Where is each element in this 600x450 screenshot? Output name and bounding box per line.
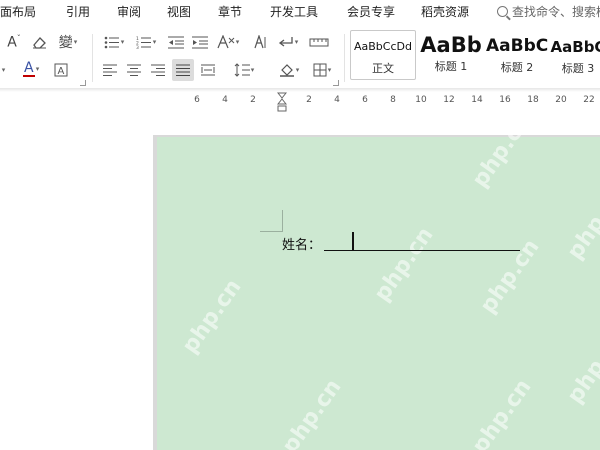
menu-developer-tools[interactable]: 开发工具 [270,3,318,20]
text-cursor [352,232,354,251]
chinese-layout-icon [217,35,235,49]
search-icon [497,6,508,17]
align-left-icon [103,64,117,76]
font-color-icon: A [22,59,35,77]
align-left-button[interactable] [100,60,120,80]
ruler-tick: 2 [306,95,312,105]
increase-indent-icon [192,36,208,48]
borders-button[interactable]: ▾ [308,60,336,80]
style-heading-3-sample: AaBbC [550,38,600,56]
character-border-button[interactable]: A [52,60,70,80]
svg-text:A: A [58,66,65,77]
menu-review[interactable]: 审阅 [117,3,141,20]
return-arrow-icon [278,36,293,47]
ruler-tick: 18 [527,95,539,105]
margin-corner-mark [282,210,283,232]
ruler-tick: 4 [222,95,228,105]
font-dialog-launcher[interactable] [80,80,86,86]
character-border-icon: A [54,63,68,77]
ruler-tick: 8 [390,95,396,105]
style-normal-name: 正文 [372,62,394,75]
shading-button[interactable]: ▾ [274,60,304,80]
ribbon-separator [344,34,345,82]
ruler-tick: 16 [499,95,511,105]
decrease-indent-icon [168,36,184,48]
bullet-list-icon [104,36,119,48]
chinese-layout-button[interactable]: ▾ [214,32,242,52]
style-heading-3-name: 标题 3 [561,62,595,75]
distributed-align-icon [201,64,215,76]
line-spacing-icon [234,63,250,77]
style-heading-2-name: 标题 2 [500,61,534,74]
align-right-button[interactable] [148,60,168,80]
margin-corner-mark [260,231,282,232]
menu-member-exclusive[interactable]: 会员专享 [347,3,395,20]
phonetic-guide-button[interactable]: 變 ▾ [54,32,82,52]
ruler-tick: 20 [555,95,567,105]
indent-marker-icon[interactable] [277,92,287,114]
eraser-icon [33,37,46,49]
numbered-list-button[interactable]: 1 2 3 ▾ [132,32,160,52]
name-field-label: 姓名： [282,238,322,253]
text-direction-button[interactable] [250,32,270,52]
style-heading-1[interactable]: AaBb 标题 1 [418,30,484,80]
clear-format-button[interactable] [28,32,50,52]
style-heading-2-sample: AaBbC [486,36,548,56]
font-color-button[interactable]: A ▾ [14,59,48,79]
menu-docer-resources[interactable]: 稻壳资源 [421,3,469,20]
text-effects-dropdown[interactable]: ▾ [0,60,10,80]
align-center-button[interactable] [124,60,144,80]
menu-view[interactable]: 视图 [167,3,191,20]
style-heading-3[interactable]: AaBbC 标题 3 [550,30,600,80]
style-normal[interactable]: AaBbCcDd 正文 [350,30,416,80]
menu-references[interactable]: 引用 [66,3,90,20]
line-break-button[interactable]: ▾ [274,32,302,52]
menu-page-layout[interactable]: 页面布局 [0,3,36,20]
ruler-tick: 6 [194,95,200,105]
ribbon-separator [92,34,93,82]
horizontal-ruler[interactable]: 6 4 2 2 4 6 8 10 12 14 16 18 20 22 [0,92,600,114]
svg-text:3: 3 [136,45,139,49]
shrink-font-button[interactable]: Aˇ [4,32,24,52]
ruler-tick: 2 [250,95,256,105]
shrink-font-icon: Aˇ [7,33,21,51]
tab-stops-button[interactable] [308,32,330,52]
ruler-tick: 6 [362,95,368,105]
ruler-tick: 12 [443,95,455,105]
ruler-tick: 22 [583,95,595,105]
wps-writer-window: 页面布局 引用 审阅 视图 章节 开发工具 会员专享 稻壳资源 查找命令、搜索模… [0,0,600,450]
command-search-placeholder: 查找命令、搜索模板 [512,5,600,19]
borders-icon [313,63,327,77]
style-heading-1-name: 标题 1 [434,60,468,73]
increase-indent-button[interactable] [190,32,210,52]
command-search[interactable]: 查找命令、搜索模板 [497,3,600,20]
ruler-tick: 4 [334,95,340,105]
text-direction-icon [254,35,266,49]
align-right-icon [151,64,165,76]
style-normal-sample: AaBbCcDd [354,40,412,53]
ruler-tick: 10 [415,95,427,105]
justify-icon [176,64,190,76]
justify-button[interactable] [172,59,194,81]
line-spacing-button[interactable]: ▾ [230,60,258,80]
paragraph-dialog-launcher[interactable] [333,80,339,86]
style-heading-1-sample: AaBb [420,33,482,57]
phonetic-guide-icon: 變 [58,35,73,51]
document-canvas: php.cn php.cn php.cn php.cn php.cn php.c… [0,109,600,450]
distributed-align-button[interactable] [198,60,218,80]
ribbon-toolbar: Aˇ 變 ▾ ▾ A ▾ A ▾ 1 2 3 ▾ ▾ ▾ ▾ ▾ ▾ AaBbC… [0,22,600,88]
numbered-list-icon: 123 [136,36,151,49]
ruler-tick: 14 [471,95,483,105]
style-heading-2[interactable]: AaBbC 标题 2 [486,30,548,80]
menu-section[interactable]: 章节 [218,3,242,20]
align-center-icon [127,64,141,76]
decrease-indent-button[interactable] [166,32,186,52]
ruler-icon [309,38,329,47]
paint-bucket-icon [279,64,294,77]
chevron-down-icon: ▾ [1,66,6,74]
bullet-list-button[interactable]: ▾ [100,32,128,52]
menu-bar: 页面布局 引用 审阅 视图 章节 开发工具 会员专享 稻壳资源 查找命令、搜索模… [0,0,600,22]
